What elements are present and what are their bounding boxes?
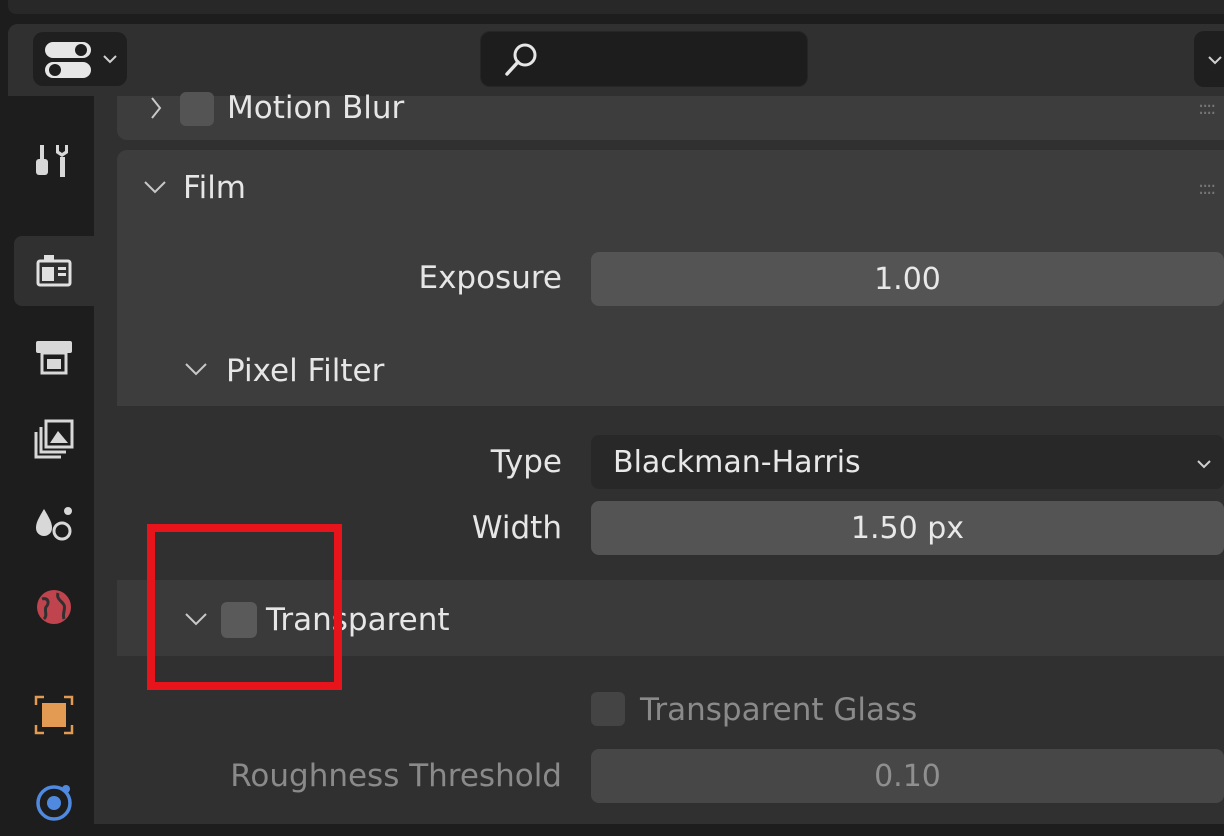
camera-back-icon — [36, 255, 72, 287]
chevron-down-icon — [185, 613, 207, 626]
filter-width-label: Width — [471, 510, 562, 546]
search-icon — [505, 43, 537, 76]
printer-icon — [36, 341, 72, 375]
filter-type-value: Blackman-Harris — [613, 444, 861, 480]
transparent-glass-label: Transparent Glass — [640, 692, 918, 728]
tab-tool[interactable] — [14, 126, 94, 196]
chevron-down-icon — [144, 181, 166, 194]
tab-output[interactable] — [14, 322, 94, 392]
transparent-glass-checkbox[interactable] — [591, 692, 625, 726]
upper-editor-edge — [8, 0, 1224, 14]
tab-object[interactable] — [14, 680, 94, 750]
filter-type-label: Type — [490, 444, 562, 480]
tab-world[interactable] — [14, 572, 94, 642]
tab-view-layer[interactable] — [14, 404, 94, 474]
image-stack-icon — [34, 419, 74, 459]
exposure-field[interactable]: 1.00 — [591, 252, 1224, 306]
pixel-filter-subpanel-title[interactable]: Pixel Filter — [226, 351, 384, 391]
properties-editor-icon — [45, 42, 91, 78]
transparent-label: Transparent — [266, 602, 450, 638]
world-globe-icon — [37, 590, 71, 624]
search-input[interactable] — [480, 31, 808, 87]
transparent-checkbox[interactable] — [221, 602, 257, 638]
chevron-down-icon — [185, 363, 207, 376]
filter-type-dropdown[interactable]: Blackman-Harris — [591, 435, 1224, 489]
tab-physics[interactable] — [14, 766, 94, 836]
filter-width-field[interactable]: 1.50 px — [591, 501, 1224, 555]
panel-drag-handle[interactable]: :::: — [1198, 178, 1216, 199]
chevron-down-icon — [1208, 56, 1222, 65]
roughness-threshold-label: Roughness Threshold — [230, 758, 562, 794]
editor-type-button[interactable] — [33, 32, 127, 86]
chevron-down-icon — [1197, 460, 1211, 469]
exposure-label: Exposure — [418, 260, 562, 296]
motion-blur-checkbox[interactable] — [180, 92, 214, 126]
tab-scene[interactable] — [14, 488, 94, 558]
header-options-dropdown[interactable] — [1194, 31, 1224, 87]
chevron-right-icon — [151, 97, 162, 119]
panel-drag-handle[interactable]: :::: — [1198, 98, 1216, 119]
chevron-down-icon — [103, 55, 117, 64]
physics-orbit-icon — [36, 785, 72, 821]
scene-drops-icon — [36, 507, 72, 541]
roughness-threshold-field[interactable]: 0.10 — [591, 749, 1224, 803]
tab-render[interactable] — [14, 236, 94, 306]
motion-blur-label: Motion Blur — [227, 90, 405, 126]
film-panel-title[interactable]: Film — [183, 168, 246, 208]
object-square-icon — [34, 695, 74, 735]
wrench-screwdriver-icon — [36, 145, 68, 177]
